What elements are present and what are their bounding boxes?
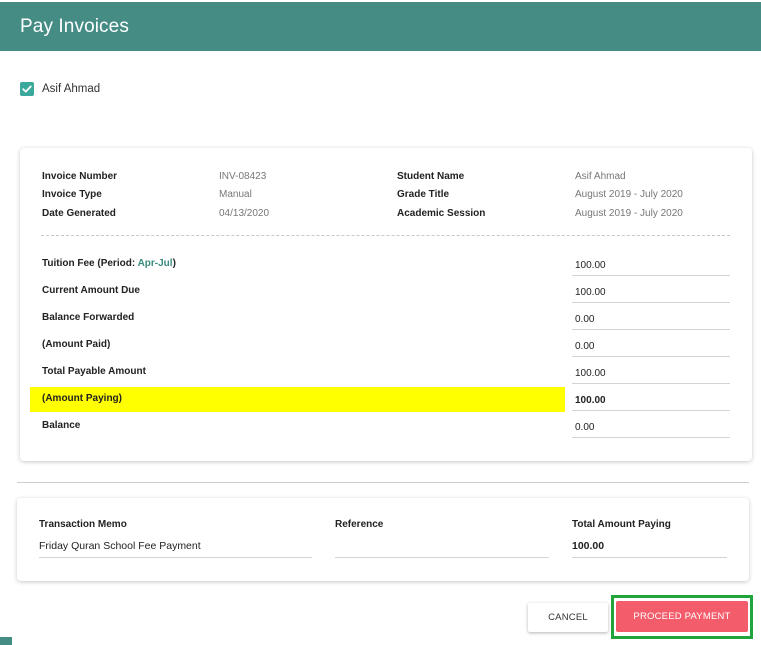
academic-session-value: August 2019 - July 2020 <box>575 208 683 219</box>
invoice-number-value: INV-08423 <box>219 171 267 182</box>
current-amount-due-label: Current Amount Due <box>42 285 140 296</box>
proceed-payment-button[interactable]: PROCEED PAYMENT <box>616 601 748 632</box>
student-checkbox-label: Asif Ahmad <box>42 83 101 95</box>
date-generated-label: Date Generated <box>42 208 116 219</box>
grade-title-value: August 2019 - July 2020 <box>575 189 683 200</box>
total-payable-label: Total Payable Amount <box>42 366 146 377</box>
student-name-label: Student Name <box>397 171 465 182</box>
balance-label: Balance <box>42 420 81 431</box>
grade-title-label: Grade Title <box>397 189 450 200</box>
student-checkbox[interactable] <box>20 82 34 96</box>
amount-paid-field: 0.00 <box>572 338 730 357</box>
invoice-type-value: Manual <box>219 189 252 200</box>
amount-paying-label: (Amount Paying) <box>42 393 122 404</box>
academic-session-label: Academic Session <box>397 208 486 219</box>
reference-input[interactable] <box>335 535 549 558</box>
amount-paying-input[interactable]: 100.00 <box>572 392 730 411</box>
corner-mark <box>0 637 12 645</box>
amount-paid-label: (Amount Paid) <box>42 339 111 350</box>
invoice-number-label: Invoice Number <box>42 171 118 182</box>
balance-forwarded-label: Balance Forwarded <box>42 312 135 323</box>
tuition-fee-period: Apr-Jul <box>137 258 173 269</box>
transaction-card: Transaction Memo Friday Quran School Fee… <box>17 498 749 581</box>
balance-field: 0.00 <box>572 419 730 438</box>
total-payable-field: 100.00 <box>572 365 730 384</box>
total-amount-paying-label: Total Amount Paying <box>572 519 671 530</box>
dashed-divider <box>41 235 730 236</box>
balance-forwarded-field: 0.00 <box>572 311 730 330</box>
tuition-fee-label: Tuition Fee (Period: Apr-Jul) <box>42 258 176 269</box>
tuition-fee-field: 100.00 <box>572 257 730 276</box>
cancel-button[interactable]: CANCEL <box>528 603 608 632</box>
date-generated-value: 04/13/2020 <box>219 208 270 219</box>
student-name-value: Asif Ahmad <box>575 171 626 182</box>
reference-label: Reference <box>335 519 384 530</box>
transaction-memo-label: Transaction Memo <box>39 519 127 530</box>
section-divider <box>17 482 749 483</box>
total-amount-paying-field: 100.00 <box>572 535 727 558</box>
checkmark-icon <box>22 85 32 93</box>
invoice-card: Invoice Number INV-08423 Invoice Type Ma… <box>20 148 752 461</box>
current-amount-due-field: 100.00 <box>572 284 730 303</box>
page-header: Pay Invoices <box>0 2 761 51</box>
invoice-type-label: Invoice Type <box>42 189 102 200</box>
transaction-memo-input[interactable]: Friday Quran School Fee Payment <box>39 535 312 558</box>
page-title: Pay Invoices <box>20 16 129 37</box>
